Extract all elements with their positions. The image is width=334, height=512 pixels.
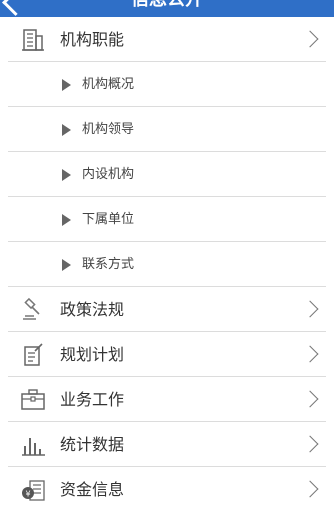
submenu-item-label: 机构概况 (82, 77, 135, 92)
menu-item-label: 统计数据 (60, 435, 125, 454)
triangle-right-icon (62, 124, 71, 136)
menu-item-label: 业务工作 (60, 390, 125, 409)
menu-item-funding-info[interactable]: ¥ 资金信息 (0, 467, 334, 512)
chevron-right-icon (301, 480, 319, 498)
submenu-item-contact[interactable]: 联系方式 (0, 242, 334, 287)
menu-item-statistics[interactable]: 统计数据 (0, 422, 334, 467)
bar-chart-icon (22, 438, 45, 456)
chevron-right-icon (301, 390, 319, 408)
menu-item-planning[interactable]: 规划计划 (0, 332, 334, 377)
chevron-right-icon (301, 435, 319, 453)
gavel-icon (23, 297, 40, 320)
menu-item-label: 规划计划 (60, 345, 125, 364)
submenu-item-label: 内设机构 (82, 167, 135, 182)
briefcase-icon (21, 389, 45, 410)
money-icon: ¥ (22, 480, 45, 501)
submenu-item-label: 下属单位 (82, 212, 135, 227)
page-title: 信息公开 (0, 0, 334, 12)
submenu-item-label: 机构领导 (82, 122, 135, 137)
submenu-item-internal-departments[interactable]: 内设机构 (0, 152, 334, 197)
chevron-right-icon (301, 300, 319, 318)
triangle-right-icon (62, 259, 71, 271)
top-bar: 信息公开 (0, 0, 334, 17)
svg-text:¥: ¥ (25, 490, 30, 499)
menu-item-label: 政策法规 (60, 300, 125, 319)
edit-document-icon (24, 343, 43, 366)
triangle-right-icon (62, 214, 71, 226)
menu-item-label: 资金信息 (60, 480, 125, 499)
menu-item-institution-functions[interactable]: 机构职能 (0, 17, 334, 62)
chevron-right-icon (301, 345, 319, 363)
menu-item-label: 机构职能 (60, 30, 125, 49)
chevron-right-icon (301, 30, 319, 48)
triangle-right-icon (62, 79, 71, 91)
submenu-item-overview[interactable]: 机构概况 (0, 62, 334, 107)
submenu-item-label: 联系方式 (82, 257, 135, 272)
menu-item-business-work[interactable]: 业务工作 (0, 377, 334, 422)
building-icon (22, 29, 44, 51)
submenu-item-leadership[interactable]: 机构领导 (0, 107, 334, 152)
triangle-right-icon (62, 169, 71, 181)
submenu-item-subordinate-units[interactable]: 下属单位 (0, 197, 334, 242)
menu-item-policies-regulations[interactable]: 政策法规 (0, 287, 334, 332)
